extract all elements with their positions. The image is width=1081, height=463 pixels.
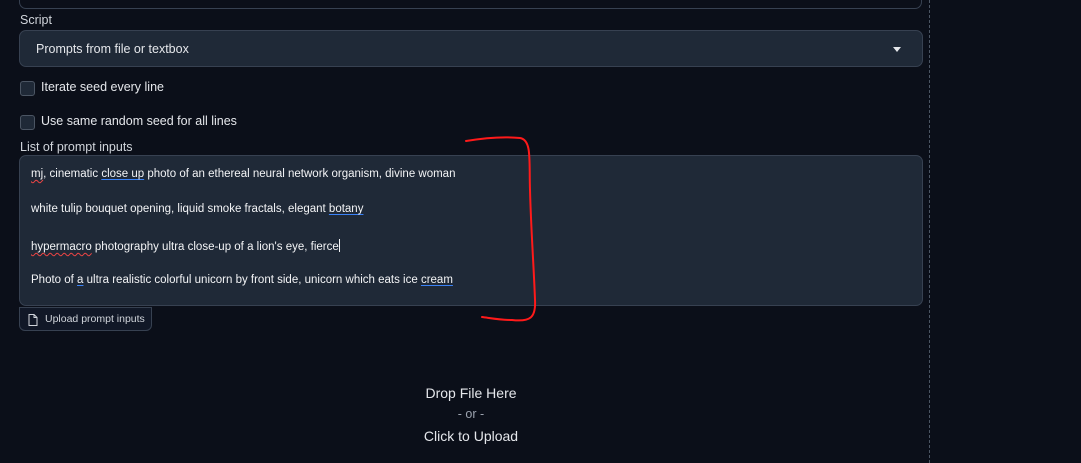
prompt-text: photo of an ethereal neural network orga… — [144, 168, 456, 180]
upload-prompt-inputs-button[interactable]: Upload prompt inputs — [19, 307, 152, 331]
checkbox-box[interactable] — [20, 115, 35, 130]
prompt-line: white tulip bouquet opening, liquid smok… — [31, 203, 363, 215]
iterate-seed-label: Iterate seed every line — [41, 80, 164, 94]
script-label: Script — [20, 13, 52, 27]
prompt-text: Photo of — [31, 274, 78, 286]
checkbox-box[interactable] — [20, 81, 35, 96]
drop-separator-text: - or - — [457, 407, 485, 421]
misspelled-word: mj — [31, 168, 44, 180]
same-seed-label: Use same random seed for all lines — [41, 114, 237, 128]
chevron-down-icon — [893, 47, 901, 52]
prompt-line: hypermacro photography ultra close-up of… — [31, 239, 340, 253]
prompt-text: ultra realistic colorful unicorn by fron… — [83, 274, 421, 286]
file-drop-zone[interactable]: Drop File Here - or - Click to Upload — [19, 340, 923, 463]
misspelled-word: hypermacro — [31, 241, 92, 253]
prompt-line: mj, cinematic close up photo of an ether… — [31, 168, 455, 180]
grammar-flagged-word: close up — [101, 168, 145, 180]
prompt-line: Photo of a ultra realistic colorful unic… — [31, 274, 453, 286]
text-cursor — [338, 239, 340, 252]
prompt-inputs-label: List of prompt inputs — [20, 140, 133, 154]
script-dropdown[interactable]: Prompts from file or textbox — [19, 30, 923, 67]
previous-field-border — [19, 0, 922, 9]
file-icon — [28, 313, 38, 331]
prompt-text: white tulip bouquet opening, liquid smok… — [31, 203, 329, 215]
upload-button-label: Upload prompt inputs — [45, 313, 145, 325]
grammar-flagged-word: botany — [328, 203, 364, 215]
panel-divider — [929, 0, 930, 463]
prompt-text: photography ultra close-up of a lion's e… — [91, 241, 339, 253]
script-dropdown-value: Prompts from file or textbox — [36, 42, 189, 56]
prompt-inputs-textarea[interactable]: mj, cinematic close up photo of an ether… — [19, 155, 923, 306]
drop-file-text: Drop File Here — [425, 385, 517, 401]
grammar-flagged-word: cream — [420, 274, 453, 286]
app-window: Script Prompts from file or textbox Iter… — [0, 0, 1081, 463]
click-to-upload-text: Click to Upload — [423, 428, 519, 444]
prompt-text: , cinematic — [43, 168, 102, 180]
